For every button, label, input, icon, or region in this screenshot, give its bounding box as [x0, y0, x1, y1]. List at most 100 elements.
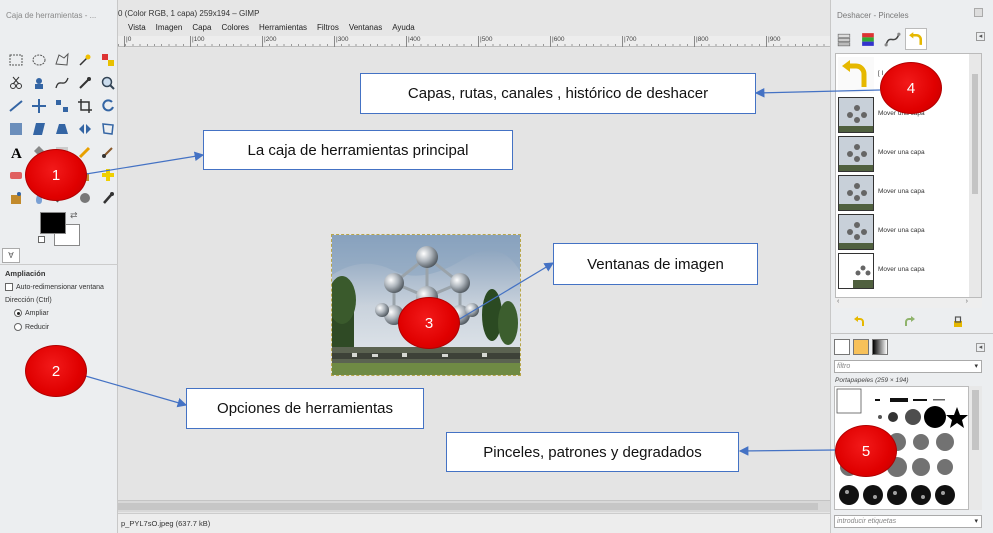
foreground-select-icon[interactable] — [29, 73, 49, 93]
ruler-label: |0 — [124, 36, 131, 47]
dock-menu-button[interactable]: ◂ — [976, 32, 985, 41]
shear-icon[interactable] — [29, 119, 49, 139]
color-picker-icon[interactable] — [75, 73, 95, 93]
ellipse-select-icon[interactable] — [29, 50, 49, 70]
tab-brushes[interactable] — [834, 339, 850, 355]
ruler-label: |600 — [550, 36, 565, 47]
close-icon[interactable] — [974, 8, 983, 17]
scrollbar-thumb[interactable] — [118, 503, 818, 510]
marker-5: 5 — [835, 425, 897, 477]
clear-history-icon[interactable] — [952, 316, 964, 328]
scroll-right-icon[interactable]: › — [966, 298, 968, 305]
divider — [0, 264, 118, 265]
flip-icon[interactable] — [75, 119, 95, 139]
layer-thumbnail — [838, 136, 874, 172]
undo-icon — [838, 57, 874, 93]
zoom-out-label: Reducir — [25, 323, 50, 331]
free-select-icon[interactable] — [52, 50, 72, 70]
scissors-icon[interactable] — [6, 73, 26, 93]
status-bar: p_PYL7sO.jpeg (637.7 kB) — [118, 513, 830, 533]
list-item[interactable]: Mover una capa — [836, 213, 966, 251]
menu-colores[interactable]: Colores — [216, 21, 254, 35]
vertical-scrollbar[interactable] — [969, 54, 981, 297]
menu-imagen[interactable]: Imagen — [151, 21, 188, 35]
callout-tool-options: Opciones de herramientas — [186, 388, 424, 429]
eraser-icon[interactable] — [6, 165, 26, 185]
perspective-icon[interactable] — [52, 119, 72, 139]
channels-icon — [861, 32, 874, 46]
zoom-icon[interactable] — [98, 73, 118, 93]
move-icon[interactable] — [29, 96, 49, 116]
brush-tabs — [834, 339, 888, 355]
redo-icon[interactable] — [903, 316, 915, 328]
scale-icon[interactable] — [6, 119, 26, 139]
dock-title: Deshacer - Pinceles — [837, 11, 909, 20]
chevron-down-icon[interactable]: ▾ — [974, 361, 978, 372]
image-window-title: 0 (Color RGB, 1 capa) 259x194 – GIMP — [118, 9, 260, 18]
paths-icon[interactable] — [52, 73, 72, 93]
dock-tabs — [833, 28, 927, 50]
color-select-icon[interactable] — [98, 50, 118, 70]
scrollbar-thumb[interactable] — [972, 74, 978, 194]
tag-input[interactable]: introducir etiquetas ▾ — [834, 515, 982, 528]
list-item[interactable]: Mover una capa — [836, 252, 966, 290]
list-item[interactable]: Mover una capa — [836, 174, 966, 212]
filter-placeholder: filtro — [837, 363, 851, 370]
horizontal-scrollbar[interactable]: ‹ › — [835, 298, 982, 308]
horizontal-scrollbar[interactable] — [118, 500, 830, 512]
zoom-in-radio[interactable] — [14, 309, 22, 317]
rotate-icon[interactable] — [98, 96, 118, 116]
crop-icon[interactable] — [75, 96, 95, 116]
tab-paths[interactable] — [881, 28, 903, 50]
reset-colors-icon[interactable] — [38, 236, 45, 243]
tab-channels[interactable] — [857, 28, 879, 50]
foreground-color-swatch[interactable] — [40, 212, 66, 234]
brush-filter-select[interactable]: filtro ▾ — [834, 360, 982, 373]
paintbrush-icon[interactable] — [98, 142, 118, 162]
vertical-scrollbar[interactable] — [969, 386, 982, 510]
auto-resize-checkbox[interactable] — [5, 283, 13, 291]
callout-layers-undo: Capas, rutas, canales , histórico de des… — [360, 73, 756, 114]
callout-text: Capas, rutas, canales , histórico de des… — [407, 85, 709, 102]
list-item[interactable]: Mover una capa — [836, 135, 966, 173]
zoom-out-option[interactable]: Reducir — [14, 323, 49, 331]
zoom-out-radio[interactable] — [14, 323, 22, 331]
menu-ventanas[interactable]: Ventanas — [344, 21, 387, 35]
chevron-down-icon[interactable]: ▾ — [974, 516, 978, 527]
text-icon[interactable]: A — [6, 142, 26, 162]
tab-patterns[interactable] — [853, 339, 869, 355]
tab-layers[interactable] — [833, 28, 855, 50]
ruler-label: |300 — [334, 36, 349, 47]
callout-text: La caja de herramientas principal — [247, 141, 469, 159]
menu-ayuda[interactable]: Ayuda — [387, 21, 420, 35]
fuzzy-select-icon[interactable] — [75, 50, 95, 70]
align-icon[interactable] — [52, 96, 72, 116]
mypaint-brush-icon[interactable] — [98, 188, 118, 208]
tab-undo-history[interactable] — [905, 28, 927, 50]
scrollbar-thumb[interactable] — [972, 390, 979, 450]
tag-placeholder: introducir etiquetas — [837, 518, 897, 525]
scroll-left-icon[interactable]: ‹ — [837, 298, 839, 305]
horizontal-ruler[interactable]: |0 |100 |200 |300 |400 |500 |600 |700 |8… — [118, 36, 830, 47]
perspective-clone-icon[interactable] — [6, 188, 26, 208]
swap-colors-icon[interactable]: ⇄ — [70, 210, 78, 221]
auto-resize-option[interactable]: Auto-redimensionar ventana — [5, 283, 104, 291]
zoom-in-option[interactable]: Ampliar — [14, 309, 49, 317]
marker-3: 3 — [398, 297, 460, 349]
undo-icon[interactable] — [853, 316, 866, 328]
menu-vista[interactable]: Vista — [123, 21, 151, 35]
tool-options-tab[interactable]: ∀ — [2, 248, 20, 263]
heal-icon[interactable] — [98, 165, 118, 185]
callout-text: Ventanas de imagen — [587, 255, 724, 273]
status-text: p_PYL7sO.jpeg (637.7 kB) — [121, 519, 211, 528]
rect-select-icon[interactable] — [6, 50, 26, 70]
tab-gradients[interactable] — [872, 339, 888, 355]
menu-filtros[interactable]: Filtros — [312, 21, 344, 35]
menu-herramientas[interactable]: Herramientas — [254, 21, 312, 35]
measure-icon[interactable] — [6, 96, 26, 116]
layer-thumbnail — [838, 214, 874, 250]
layer-thumbnail — [838, 175, 874, 211]
menu-capa[interactable]: Capa — [187, 21, 216, 35]
dock-menu-button[interactable]: ◂ — [976, 343, 985, 352]
cage-icon[interactable] — [98, 119, 118, 139]
